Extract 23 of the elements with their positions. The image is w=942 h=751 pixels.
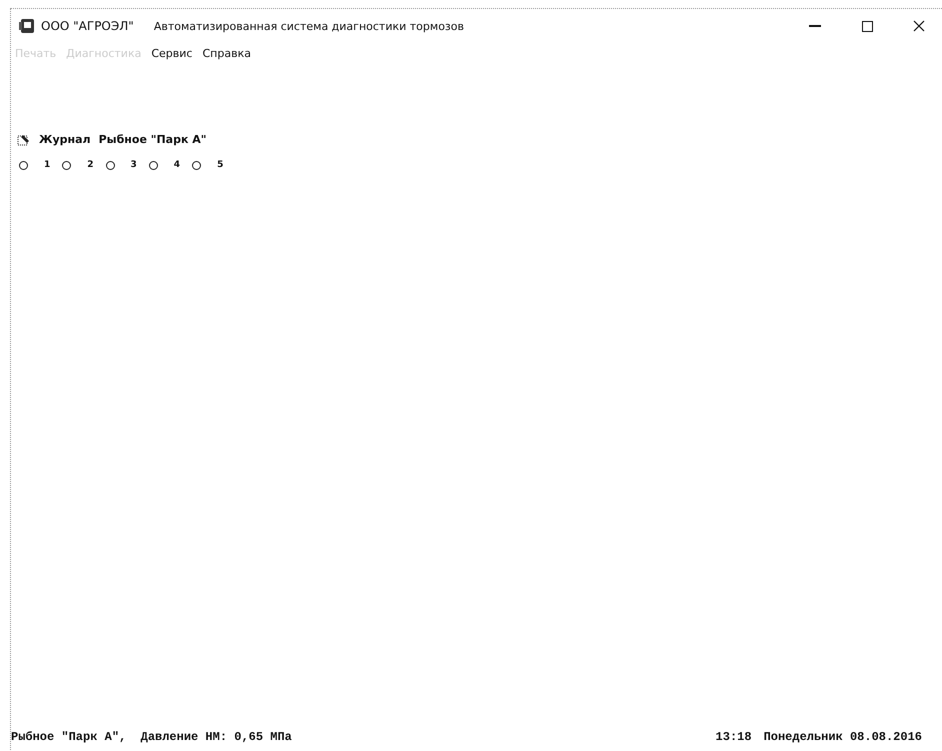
status-time: 13:18 <box>716 730 752 744</box>
radio-circle-icon[interactable] <box>19 160 28 170</box>
location-label: Рыбное "Парк А" <box>98 133 207 146</box>
maximize-icon[interactable] <box>862 20 872 32</box>
radio-circle-icon[interactable] <box>62 160 72 170</box>
radio-circle-icon[interactable] <box>192 160 202 170</box>
company-name: ООО "АГРОЭЛ" <box>41 19 134 33</box>
radio-button[interactable]: 5 <box>192 160 224 170</box>
menu-item[interactable]: Сервис <box>151 46 192 60</box>
radio-circle-icon[interactable] <box>106 160 115 170</box>
journal-button[interactable]: Журнал <box>39 133 91 146</box>
radio-button[interactable]: 2 <box>62 160 94 170</box>
close-icon[interactable] <box>913 20 925 32</box>
status-date: Понедельник 08.08.2016 <box>764 730 922 744</box>
window-title: Автоматизированная система диагностики тормозов <box>154 20 464 32</box>
radio-button[interactable]: 4 <box>148 160 180 170</box>
radio-button[interactable]: 1 <box>19 160 50 170</box>
journal-icon[interactable] <box>17 133 31 146</box>
radio-circle-icon[interactable] <box>148 160 158 170</box>
status-text: Рыбное "Парк А", Давление НМ: 0,65 МПа <box>11 730 292 744</box>
app-icon <box>19 18 35 34</box>
menu-item[interactable]: Справка <box>202 46 251 60</box>
radio-button[interactable]: 3 <box>106 160 137 170</box>
